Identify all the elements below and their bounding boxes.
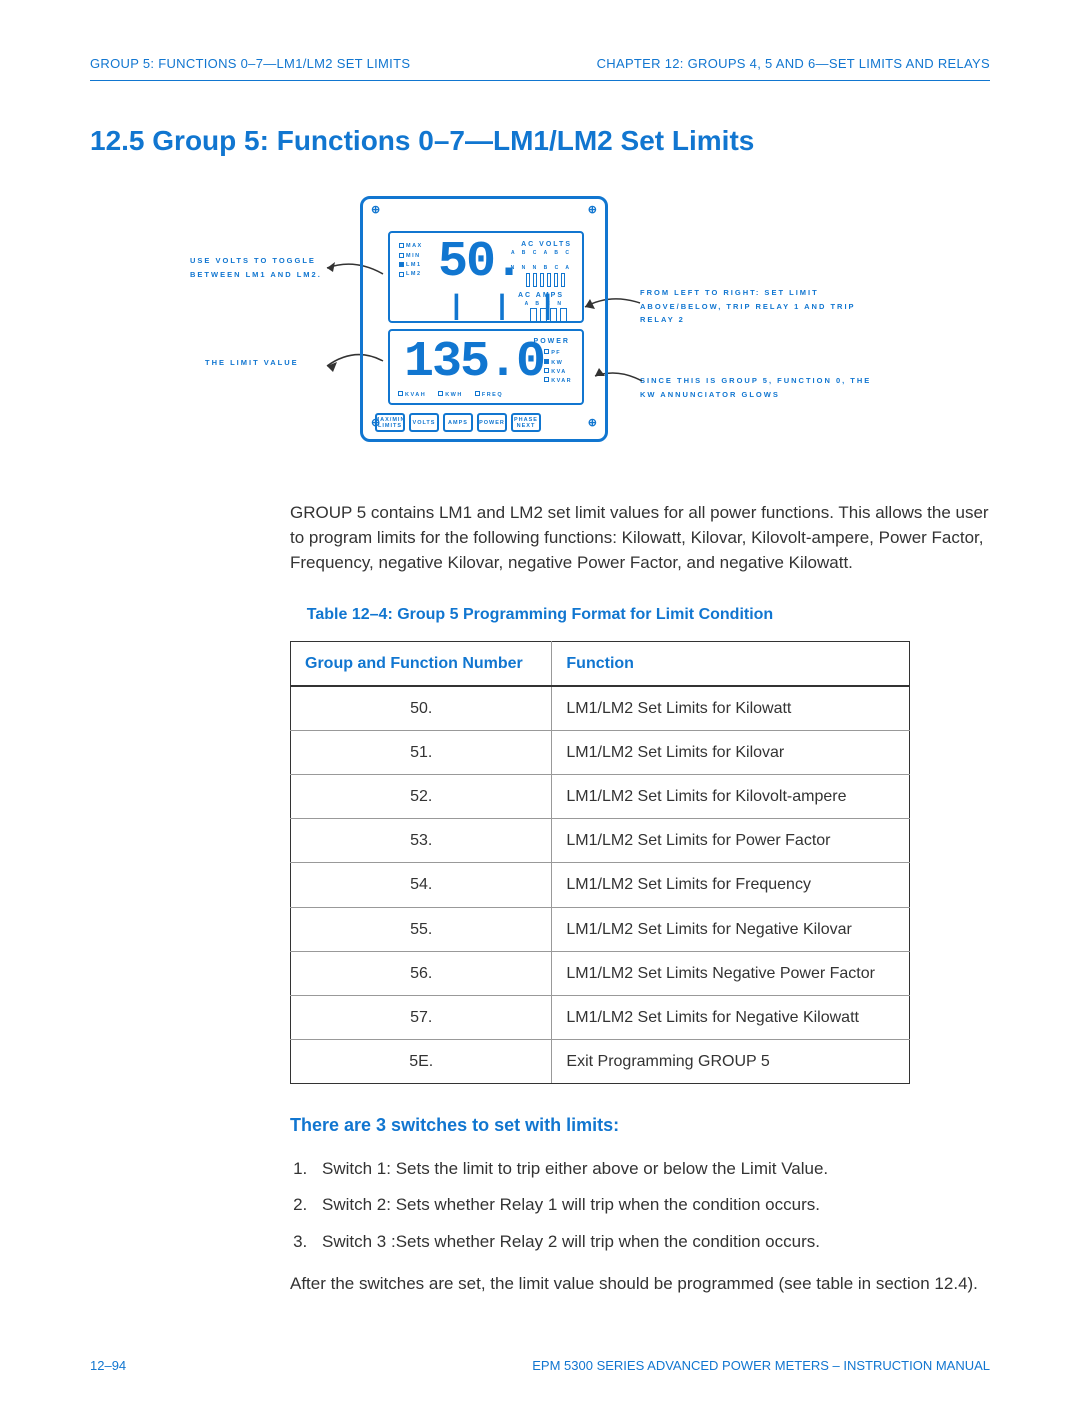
after-paragraph: After the switches are set, the limit va… (290, 1272, 990, 1297)
table-row: 53.LM1/LM2 Set Limits for Power Factor (291, 819, 910, 863)
led-indicators: MAX MIN LM1 LM2 (399, 242, 423, 279)
table-row: 50.LM1/LM2 Set Limits for Kilowatt (291, 686, 910, 731)
footer-left: 12–94 (90, 1357, 126, 1376)
bottom-row: KVAH KWH FREQ (398, 391, 503, 400)
btn-maxmin-limits: MAX/MINLIMITS (375, 413, 405, 432)
btn-power: POWER (477, 413, 507, 432)
th-group-function: Group and Function Number (291, 641, 552, 686)
led-max: MAX (406, 243, 423, 249)
intro-paragraph: GROUP 5 contains LM1 and LM2 set limit v… (290, 501, 990, 575)
lower-display: POWER 135.0 PF KW KVA KVAR KVAH KWH FREQ (388, 329, 584, 405)
table-row: 52.LM1/LM2 Set Limits for Kilovolt-amper… (291, 775, 910, 819)
table-caption: Table 12–4: Group 5 Programming Format f… (90, 603, 990, 626)
header-right: CHAPTER 12: GROUPS 4, 5 AND 6—SET LIMITS… (597, 55, 990, 74)
btn-phase-next: PHASENEXT (511, 413, 541, 432)
freq-label: FREQ (482, 392, 503, 398)
ac-volts-sub2: N N N B C A (511, 265, 572, 272)
power-kva: KVA (551, 369, 566, 375)
header-rule (90, 80, 990, 81)
meter-figure: USE VOLTS TO TOGGLE BETWEEN LM1 AND LM2.… (190, 196, 890, 466)
limits-table: Group and Function Number Function 50.LM… (290, 641, 910, 1085)
table-row: 57.LM1/LM2 Set Limits for Negative Kilow… (291, 996, 910, 1040)
volt-bars (526, 273, 565, 287)
table-row: 55.LM1/LM2 Set Limits for Negative Kilov… (291, 907, 910, 951)
list-item: Switch 2: Sets whether Relay 1 will trip… (312, 1193, 990, 1218)
list-item: Switch 1: Sets the limit to trip either … (312, 1157, 990, 1182)
led-lm1: LM1 (406, 262, 422, 268)
callout-volts-toggle: USE VOLTS TO TOGGLE BETWEEN LM1 AND LM2. (190, 254, 340, 281)
kvah-label: KVAH (405, 392, 426, 398)
power-items: PF KW KVA KVAR (544, 349, 572, 386)
meter-device: ⊕ ⊕ ⊕ ⊕ MAX MIN LM1 LM2 50. AC VOLTS A B… (360, 196, 608, 442)
button-row: MAX/MINLIMITS VOLTS AMPS POWER PHASENEXT (375, 413, 541, 432)
led-lm2: LM2 (406, 271, 422, 277)
table-row: 54.LM1/LM2 Set Limits for Frequency (291, 863, 910, 907)
ac-volts-label: AC VOLTS (521, 240, 572, 250)
upper-display: MAX MIN LM1 LM2 50. AC VOLTS A B C A B C… (388, 231, 584, 323)
screw-icon: ⊕ (371, 203, 380, 219)
led-min: MIN (406, 253, 421, 259)
table-row: 51.LM1/LM2 Set Limits for Kilovar (291, 730, 910, 774)
header-left: GROUP 5: FUNCTIONS 0–7—LM1/LM2 SET LIMIT… (90, 55, 410, 74)
power-kw: KW (551, 360, 563, 366)
footer-right: EPM 5300 SERIES ADVANCED POWER METERS – … (532, 1357, 990, 1376)
kwh-label: KWH (445, 392, 463, 398)
page-header: GROUP 5: FUNCTIONS 0–7—LM1/LM2 SET LIMIT… (90, 55, 990, 74)
screw-icon: ⊕ (588, 203, 597, 219)
switches-heading: There are 3 switches to set with limits: (290, 1112, 990, 1138)
table-row: 5E.Exit Programming GROUP 5 (291, 1040, 910, 1084)
power-kvar: KVAR (551, 378, 572, 384)
switches-list: Switch 1: Sets the limit to trip either … (312, 1157, 990, 1255)
th-function: Function (552, 641, 910, 686)
list-item: Switch 3 :Sets whether Relay 2 will trip… (312, 1230, 990, 1255)
page-footer: 12–94 EPM 5300 SERIES ADVANCED POWER MET… (90, 1357, 990, 1376)
figure-wrapper: USE VOLTS TO TOGGLE BETWEEN LM1 AND LM2.… (90, 196, 990, 466)
table-row: 56.LM1/LM2 Set Limits Negative Power Fac… (291, 951, 910, 995)
ac-volts-sub1: A B C A B C (511, 250, 572, 257)
amp-indicator-bars (530, 308, 567, 322)
btn-amps: AMPS (443, 413, 473, 432)
btn-volts: VOLTS (409, 413, 439, 432)
screw-icon: ⊕ (588, 416, 597, 432)
callout-kw-annunciator: SINCE THIS IS GROUP 5, FUNCTION 0, THE K… (640, 374, 890, 401)
section-title: 12.5 Group 5: Functions 0–7—LM1/LM2 Set … (90, 121, 990, 162)
power-pf: PF (551, 350, 561, 356)
display-value-2: 135.0 (404, 327, 544, 400)
callout-set-limit: FROM LEFT TO RIGHT: SET LIMIT ABOVE/BELO… (640, 286, 890, 327)
